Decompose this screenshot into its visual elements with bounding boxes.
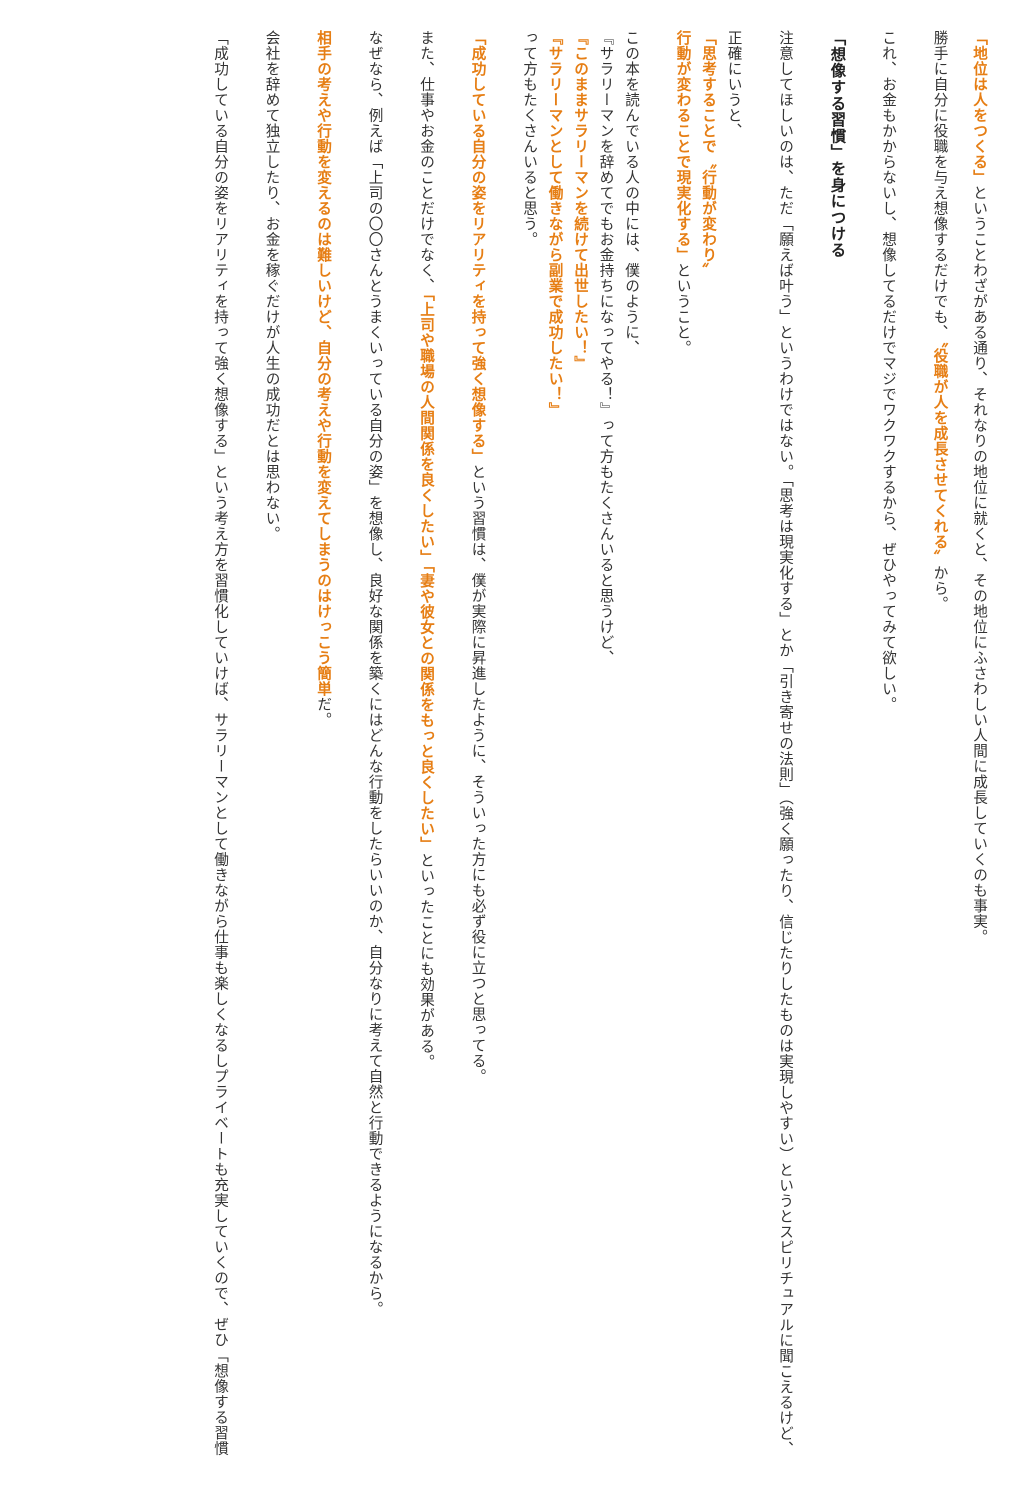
paragraph-9: なぜなら、例えば「上司の〇〇さんとうまくいっている自分の姿」を想像し、良好な関係… [362,30,388,1492]
paragraph-6-text-b: 『サラリーマンを辞めてでもお金持ちになってやる！』って方もたくさんいると思うけど… [597,30,615,666]
paragraph-6-line-5: って方もたくさんいると思う。 [517,30,543,1492]
paragraph-4: 注意してほしいのは、ただ「願えば叶う」というわけではない。「思考は現実化する」と… [773,30,799,1492]
paragraph-8: また、仕事やお金のことだけでなく、「上司や職場の人間関係を良くしたい」「妻や彼女… [414,30,440,1492]
highlight-thinking: 「思考することで〝行動が変わり〟 [700,30,717,278]
highlight-relationships: 「上司や職場の人間関係を良くしたい」「妻や彼女との関係をもっと良くしたい」 [418,293,435,853]
paragraph-7-text: という習慣は、僕が実際に昇進したように、そういった方にも必ず役に立つと思ってる。 [469,464,487,1084]
paragraph-3: これ、お金もかからないし、想像してるだけでマジでワクワクするから、ぜひやってみて… [876,30,902,1492]
paragraph-11: 会社を辞めて独立したり、お金を稼ぐだけが人生の成功だとは思わない。 [259,30,285,1492]
paragraph-9-text: なぜなら、例えば「上司の〇〇さんとうまくいっている自分の姿」を想像し、良好な関係… [366,30,384,1317]
paragraph-5-line-3: 行動が変わることで現実化する」ということ。 [670,30,696,1492]
highlight-change-yourself: 相手の考えや行動を変えるのは難しいけど、自分の考えや行動を変えてしまうのはけっこ… [315,30,332,697]
section-heading: 「想像する習慣」を身につける [828,30,847,259]
paragraph-2-text-b: から。 [931,565,949,612]
paragraph-12: 「成功している自分の姿をリアリティを持って強く想像する」という考え方を習慣化して… [208,30,234,1492]
paragraph-10: 相手の考えや行動を変えるのは難しいけど、自分の考えや行動を変えてしまうのはけっこ… [311,30,337,1492]
paragraph-8-text-a: また、仕事やお金のことだけでなく、 [418,30,435,294]
highlight-action: 行動が変わることで現実化する」 [674,30,692,263]
paragraph-11-text: 会社を辞めて独立したり、お金を稼ぐだけが人生の成功だとは思わない。 [263,30,281,542]
paragraph-2: 勝手に自分に役職を与え想像するだけでも、〝役職が人を成長させてくれる〟から。 [927,30,953,1492]
paragraph-6-line-1: この本を読んでいる人の中には、僕のように、 [619,30,645,1492]
paragraph-4-text: 注意してほしいのは、ただ「願えば叶う」というわけではない。「思考は現実化する」と… [777,30,794,1457]
highlight-proverb: 「地位は人をつくる」 [971,30,988,185]
paragraph-6-text-c: って方もたくさんいると思う。 [521,30,538,247]
paragraph-5-line-1: 正確にいうと、 [721,30,747,1492]
paragraph-5-text-a: 正確にいうと、 [725,30,743,139]
paragraph-6-line-3: 『このままサラリーマンを続けて出世したい！』 [568,30,594,1492]
paragraph-10-text: だ。 [315,696,332,728]
paragraph-5-line-2: 「思考することで〝行動が変わり〟 [696,30,722,1492]
paragraph-6-line-2: 『サラリーマンを辞めてでもお金持ちになってやる！』って方もたくさんいると思うけど… [593,30,619,1492]
paragraph-2-text-a: 勝手に自分に役職を与え想像するだけでも、 [931,30,949,340]
highlight-promotion: 『このままサラリーマンを続けて出世したい！』 [572,30,589,371]
paragraph-3-text: これ、お金もかからないし、想像してるだけでマジでワクワクするから、ぜひやってみて… [880,30,897,712]
paragraph-5-text-b: ということ。 [674,262,692,356]
highlight-imagine-success: 「成功している自分の姿をリアリティを持って強く想像する」 [469,30,487,464]
paragraph-8-text-b: といったことにも効果がある。 [418,852,435,1070]
vertical-article: 「地位は人をつくる」ということわざがある通り、それなりの地位に就くと、その地位に… [0,0,1018,1492]
paragraph-6-line-4: 『サラリーマンとして働きながら副業で成功したい！』 [542,30,568,1492]
paragraph-1-text: ということわざがある通り、それなりの地位に就くと、その地位にふさわしい人間に成長… [971,185,988,945]
highlight-side-business: 『サラリーマンとして働きながら副業で成功したい！』 [546,30,564,418]
paragraph-12-text: 「成功している自分の姿をリアリティを持って強く想像する」という考え方を習慣化して… [212,30,229,1456]
paragraph-7: 「成功している自分の姿をリアリティを持って強く想像する」という習慣は、僕が実際に… [465,30,491,1492]
highlight-role-growth: 〝役職が人を成長させてくれる〟 [931,340,949,566]
paragraph-1: 「地位は人をつくる」ということわざがある通り、それなりの地位に就くと、その地位に… [967,30,993,1492]
paragraph-6-text-a: この本を読んでいる人の中には、僕のように、 [623,30,640,356]
